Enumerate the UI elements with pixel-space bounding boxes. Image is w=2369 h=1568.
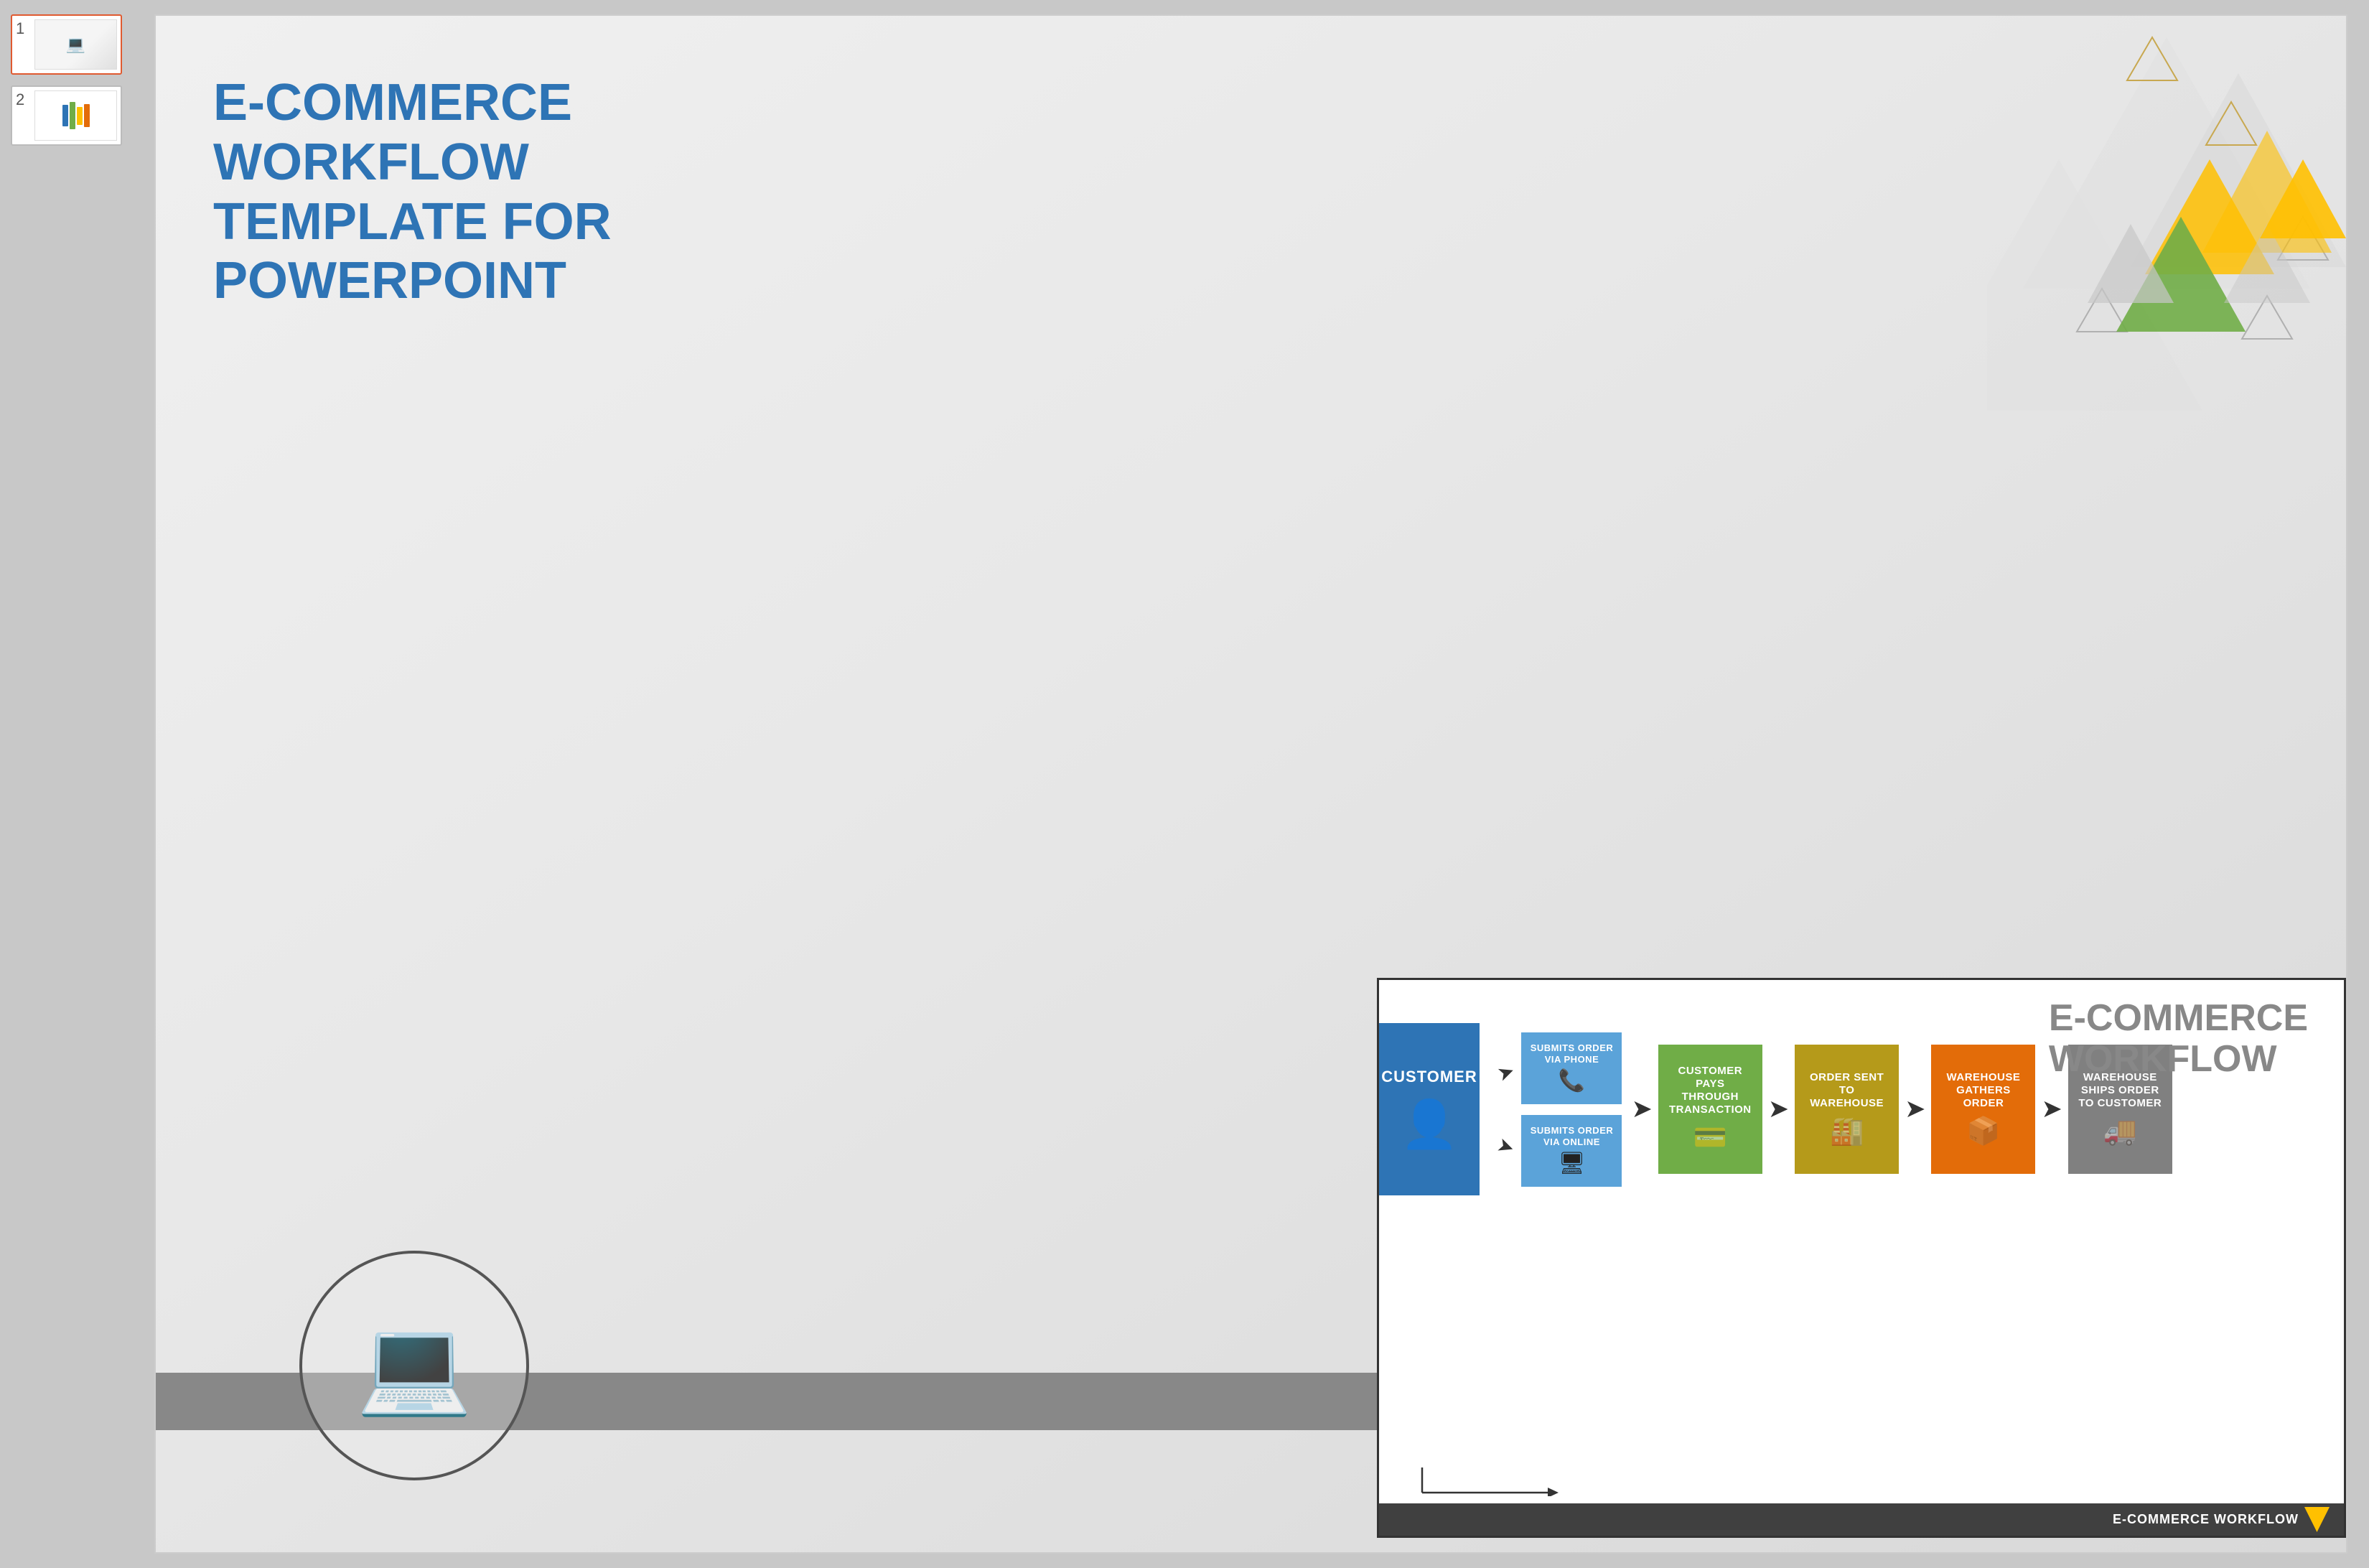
return-arrow-area — [1415, 1460, 1559, 1496]
gathers-box: WAREHOUSE GATHERS ORDER 📦 — [1931, 1045, 2035, 1174]
box-icon: 📦 — [1966, 1116, 2000, 1147]
arrow-4: ➤ — [2041, 1095, 2062, 1124]
thumb-preview-2 — [34, 90, 117, 141]
slide-thumb-2[interactable]: 2 — [11, 85, 122, 146]
workflow-title-line1: E-COMMERCE — [2049, 998, 2308, 1039]
submit-phone-box: SUBMITS ORDER VIA PHONE 📞 — [1521, 1032, 1622, 1104]
return-arrow-svg — [1415, 1460, 1559, 1496]
workflow-title-line2: WORKFLOW — [2049, 1039, 2308, 1080]
arrow-up: ➤ — [1494, 1058, 1518, 1086]
thumb2-bg — [35, 91, 116, 140]
thumb-preview-1: 💻 — [34, 19, 117, 70]
workflow-footer: E-COMMERCE WORKFLOW — [1379, 1503, 2344, 1536]
footer-accent — [2304, 1507, 2330, 1532]
slide-thumb-1[interactable]: 1 💻 — [11, 14, 122, 75]
arrow-down: ➤ — [1494, 1132, 1518, 1160]
customer-box: CUSTOMER 👤 — [1379, 1023, 1480, 1195]
thumb2-bar2 — [70, 102, 75, 129]
main-content-area: E-COMMERCE WORKFLOW TEMPLATE FOR POWERPO… — [133, 0, 2369, 1568]
truck-icon: 🚚 — [2103, 1116, 2137, 1147]
pays-label: CUSTOMER PAYS THROUGH TRANSACTION — [1667, 1065, 1754, 1116]
arrow-1: ➤ — [1631, 1095, 1652, 1124]
title-line1: E-COMMERCE WORKFLOW — [213, 73, 716, 192]
triangle-decoration — [1987, 16, 2346, 411]
arrow-3: ➤ — [1905, 1095, 1925, 1124]
customer-label: CUSTOMER — [1381, 1068, 1477, 1086]
footer-text: E-COMMERCE WORKFLOW — [2113, 1512, 2299, 1527]
laptop-thumb-icon: 💻 — [66, 35, 85, 54]
order-sent-box: ORDER SENT TO WAREHOUSE 🏭 — [1795, 1045, 1899, 1174]
thumb2-bar1 — [62, 105, 68, 126]
laptop-circle: 💻 — [299, 1251, 529, 1480]
submit-options: SUBMITS ORDER VIA PHONE 📞 SUBMITS ORDER … — [1521, 1032, 1622, 1187]
thumb2-bar4 — [84, 104, 90, 127]
main-slide: E-COMMERCE WORKFLOW TEMPLATE FOR POWERPO… — [154, 14, 2347, 1554]
card-icon: 💳 — [1693, 1122, 1727, 1154]
workflow-diagram: E-COMMERCE WORKFLOW CUSTOMER 👤 ➤ ➤ — [1377, 978, 2346, 1538]
building-icon: 🏭 — [1830, 1116, 1864, 1147]
workflow-title-area: E-COMMERCE WORKFLOW — [2049, 998, 2308, 1080]
thumb1-bg: 💻 — [35, 20, 116, 69]
globe-icon: 🖥 — [1558, 1151, 1585, 1176]
person-icon: 👤 — [1401, 1097, 1459, 1152]
title-line2: TEMPLATE FOR POWERPOINT — [213, 192, 716, 312]
laptop-icon: 💻 — [356, 1319, 472, 1412]
submit-online-label: SUBMITS ORDER VIA ONLINE — [1527, 1125, 1616, 1147]
phone-icon: 📞 — [1559, 1068, 1585, 1093]
submit-online-box: SUBMITS ORDER VIA ONLINE 🖥 — [1521, 1115, 1622, 1187]
gathers-label: WAREHOUSE GATHERS ORDER — [1940, 1071, 2027, 1110]
slide-number-1: 1 — [16, 19, 30, 38]
thumb2-bar3 — [77, 107, 83, 125]
customer-section: CUSTOMER 👤 — [1379, 1023, 1480, 1195]
order-sent-label: ORDER SENT TO WAREHOUSE — [1803, 1071, 1890, 1110]
submit-phone-label: SUBMITS ORDER VIA PHONE — [1527, 1042, 1616, 1065]
slide-number-2: 2 — [16, 90, 30, 109]
slide-panel: 1 💻 2 — [0, 0, 133, 1568]
slide-title: E-COMMERCE WORKFLOW TEMPLATE FOR POWERPO… — [213, 73, 716, 311]
diagonal-arrows: ➤ ➤ — [1497, 1060, 1514, 1158]
arrow-2: ➤ — [1768, 1095, 1789, 1124]
pays-box: CUSTOMER PAYS THROUGH TRANSACTION 💳 — [1658, 1045, 1762, 1174]
